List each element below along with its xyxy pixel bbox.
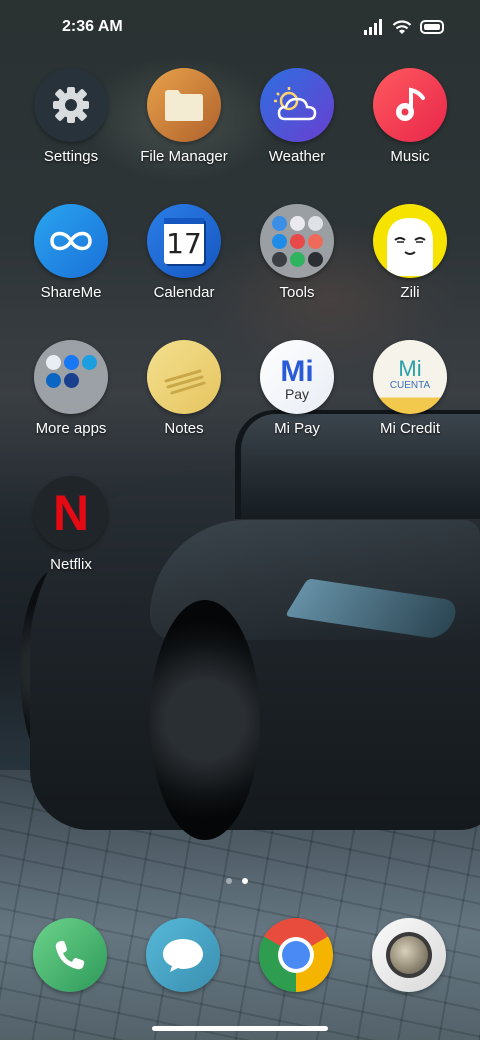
app-tools-folder[interactable]: Tools bbox=[247, 204, 347, 301]
battery-icon bbox=[420, 20, 444, 34]
mi-credit-icon: Mi CUENTA bbox=[373, 340, 447, 414]
app-label: Notes bbox=[164, 420, 204, 437]
netflix-icon: N bbox=[34, 476, 108, 550]
app-label: Tools bbox=[279, 284, 315, 301]
chrome-icon bbox=[259, 918, 333, 992]
app-label: Settings bbox=[43, 148, 99, 165]
calendar-icon: 17 bbox=[147, 204, 221, 278]
page-dot[interactable] bbox=[226, 878, 232, 884]
app-label: Mi Pay bbox=[274, 420, 320, 437]
app-weather[interactable]: Weather bbox=[247, 68, 347, 165]
notes-icon bbox=[147, 340, 221, 414]
app-netflix[interactable]: N Netflix bbox=[21, 476, 121, 573]
download-mini-icon bbox=[289, 251, 305, 267]
settings-gear-icon bbox=[34, 68, 108, 142]
mi-pay-sub-text: Pay bbox=[284, 386, 310, 402]
netflix-logo-letter: N bbox=[52, 485, 90, 541]
app-label: Weather bbox=[268, 148, 326, 165]
app-settings[interactable]: Settings bbox=[21, 68, 121, 165]
app-label: Mi Credit bbox=[379, 420, 440, 437]
mi-credit-sub-text: CUENTA bbox=[389, 380, 431, 391]
app-label: More apps bbox=[35, 420, 107, 437]
screen-recorder-mini-icon bbox=[307, 233, 323, 249]
dock-camera[interactable] bbox=[372, 918, 446, 992]
weather-sun-cloud-icon bbox=[260, 68, 334, 142]
facebook-mini-icon bbox=[63, 354, 79, 370]
dock-messages[interactable] bbox=[146, 918, 220, 992]
page-dot-active[interactable] bbox=[242, 878, 248, 884]
wallpaper-front-wheel bbox=[150, 600, 260, 840]
app-label: Zili bbox=[400, 284, 420, 301]
app-label: File Manager bbox=[140, 148, 228, 165]
app-more-apps-folder[interactable]: More apps bbox=[21, 340, 121, 437]
calendar-date-number: 17 bbox=[166, 227, 202, 260]
zili-face-icon bbox=[373, 204, 447, 278]
app-mi-pay[interactable]: Mi Pay Mi Pay bbox=[247, 340, 347, 437]
app-zili[interactable]: Zili bbox=[360, 204, 460, 301]
app-label: ShareMe bbox=[40, 284, 102, 301]
nfc-mini-icon bbox=[307, 251, 323, 267]
wifi-icon bbox=[392, 20, 412, 34]
booking-mini-icon bbox=[63, 372, 79, 388]
status-icons bbox=[364, 19, 446, 35]
contacts-mini-icon bbox=[271, 215, 287, 231]
gesture-navigation-bar[interactable] bbox=[152, 1026, 328, 1031]
dock-phone[interactable] bbox=[33, 918, 107, 992]
app-label: Calendar bbox=[153, 284, 215, 301]
status-bar: 2:36 AM bbox=[0, 0, 480, 56]
infinity-icon bbox=[34, 204, 108, 278]
page-indicator[interactable] bbox=[226, 878, 248, 884]
dock-chrome[interactable] bbox=[259, 918, 333, 992]
scanner-mini-icon bbox=[271, 251, 287, 267]
app-label: Music bbox=[390, 148, 430, 165]
camera-lens-icon bbox=[372, 918, 446, 992]
prime-video-mini-icon bbox=[81, 354, 97, 370]
tools-folder-icon bbox=[260, 204, 334, 278]
app-shareme[interactable]: ShareMe bbox=[21, 204, 121, 301]
app-calendar[interactable]: 17 Calendar bbox=[134, 204, 234, 301]
app-music[interactable]: Music bbox=[360, 68, 460, 165]
phone-icon bbox=[33, 918, 107, 992]
linkedin-mini-icon bbox=[45, 372, 61, 388]
mi-pay-logo-text: Mi bbox=[280, 355, 314, 388]
recorder-mini-icon bbox=[289, 233, 305, 249]
mi-pay-icon: Mi Pay bbox=[260, 340, 334, 414]
app-notes[interactable]: Notes bbox=[134, 340, 234, 437]
app-file-manager[interactable]: File Manager bbox=[134, 68, 234, 165]
compass-mini-icon bbox=[307, 215, 323, 231]
mi-credit-logo-text: Mi bbox=[398, 356, 422, 381]
folder-icon bbox=[147, 68, 221, 142]
music-note-icon bbox=[373, 68, 447, 142]
message-bubble-icon bbox=[146, 918, 220, 992]
signal-icon bbox=[364, 19, 382, 35]
shopping-mini-icon bbox=[45, 354, 61, 370]
more-apps-folder-icon bbox=[34, 340, 108, 414]
games-mini-icon bbox=[289, 215, 305, 231]
browser-mini-icon bbox=[271, 233, 287, 249]
app-mi-credit[interactable]: Mi CUENTA Mi Credit bbox=[360, 340, 460, 437]
app-label: Netflix bbox=[50, 556, 92, 573]
status-time: 2:36 AM bbox=[62, 18, 123, 35]
